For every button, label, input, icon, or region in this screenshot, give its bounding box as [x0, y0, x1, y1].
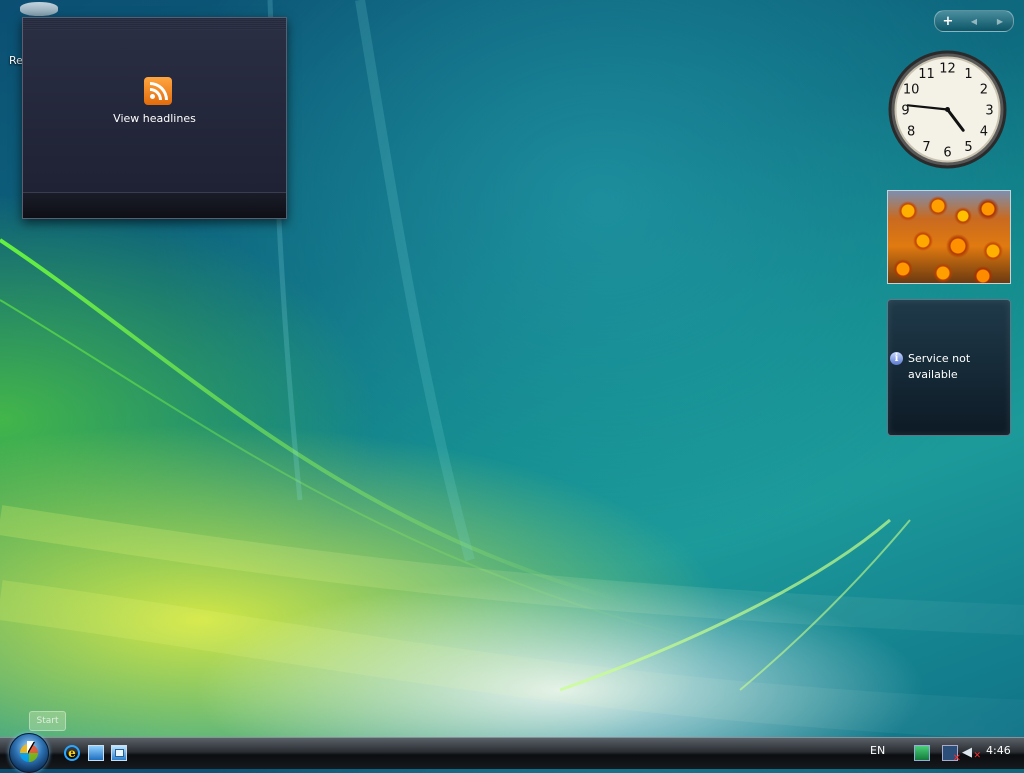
- clock-numeral: 2: [980, 83, 988, 98]
- clock-numeral: 12: [939, 62, 956, 77]
- clock-numeral: 10: [903, 83, 920, 98]
- rss-icon[interactable]: [144, 77, 172, 105]
- internet-explorer-icon[interactable]: e: [64, 745, 80, 761]
- clock-numeral: 8: [907, 125, 915, 140]
- clock-numeral: 5: [964, 140, 972, 155]
- gadget-footer: [23, 192, 286, 218]
- clock-numeral: 7: [922, 140, 930, 155]
- info-icon: i: [890, 352, 903, 365]
- clock-numeral: 6: [943, 146, 951, 161]
- language-indicator[interactable]: EN: [870, 744, 885, 757]
- add-gadget-button[interactable]: +: [935, 14, 961, 29]
- recycle-bin-icon[interactable]: [20, 2, 58, 16]
- recycle-bin-label[interactable]: Re: [9, 54, 23, 67]
- feed-headlines-gadget: View headlines: [22, 17, 287, 219]
- switch-windows-icon[interactable]: [111, 745, 127, 761]
- clock-numeral: 4: [980, 125, 988, 140]
- slideshow-gadget[interactable]: [887, 190, 1011, 284]
- clock-numeral: 1: [964, 67, 972, 82]
- gadget-header-strip: [23, 18, 286, 30]
- system-clock[interactable]: 4:46: [986, 744, 1011, 757]
- previous-page-button[interactable]: ◀: [961, 17, 987, 26]
- volume-muted-icon[interactable]: ◀: [962, 745, 981, 764]
- show-desktop-icon[interactable]: [88, 745, 104, 761]
- sidebar-controls: + ◀ ▶: [934, 10, 1014, 32]
- mouse-cursor-icon: [27, 741, 34, 753]
- start-tooltip: Start: [29, 711, 66, 731]
- clock-gadget[interactable]: 12 1234567891011: [887, 49, 1008, 170]
- next-page-button[interactable]: ▶: [987, 17, 1013, 26]
- start-button[interactable]: [9, 733, 49, 773]
- weather-status-message: Service not available: [908, 352, 971, 381]
- network-icon[interactable]: [914, 745, 930, 761]
- clock-numeral: 11: [918, 67, 935, 82]
- weather-gadget[interactable]: i Service not available: [887, 299, 1011, 436]
- network-disconnected-icon[interactable]: [942, 745, 961, 764]
- clock-numeral: 3: [985, 104, 993, 119]
- view-headlines-link[interactable]: View headlines: [23, 112, 286, 125]
